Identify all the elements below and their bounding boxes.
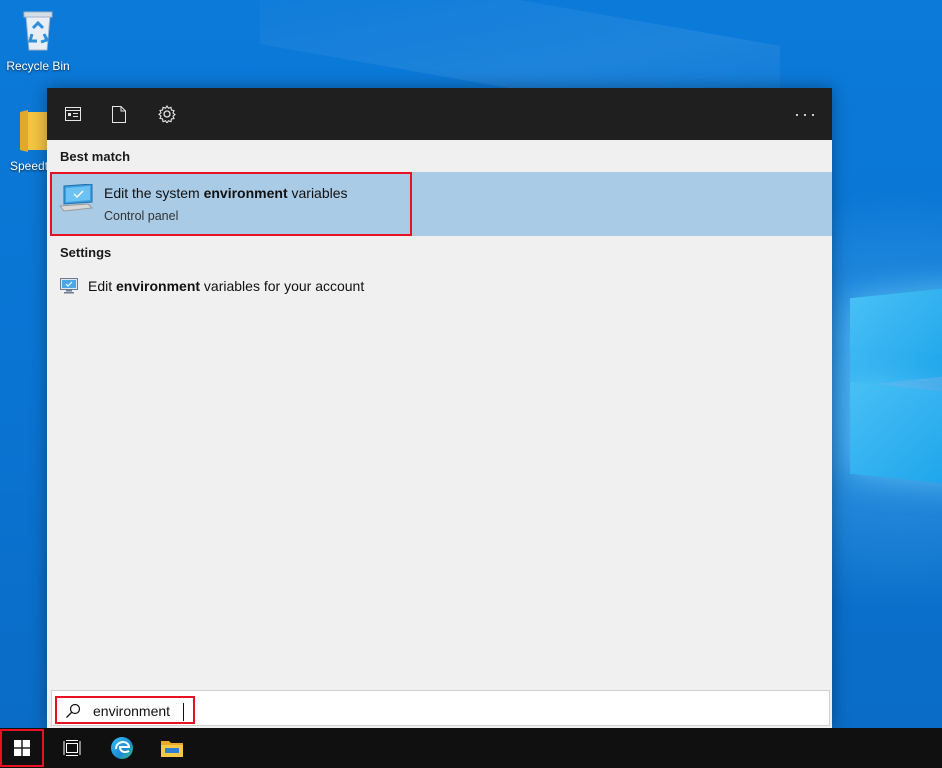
- start-search-panel: ··· Best match Edit the system environme…: [47, 88, 832, 728]
- desktop-icon-folder[interactable]: Speedt: [6, 108, 50, 173]
- task-view-button[interactable]: [50, 728, 94, 768]
- search-input[interactable]: [93, 701, 193, 721]
- system-monitor-icon: [58, 183, 94, 219]
- folder-icon: [20, 110, 50, 152]
- taskbar: [0, 728, 942, 768]
- best-match-result[interactable]: Edit the system environment variables Co…: [50, 172, 832, 236]
- windows-logo-icon: [14, 740, 30, 756]
- settings-button[interactable]: [153, 100, 181, 128]
- task-view-icon: [63, 740, 81, 756]
- edge-icon: [111, 737, 133, 759]
- wallpaper-pane: [850, 285, 942, 387]
- desktop-icon-recycle-bin[interactable]: Recycle Bin: [2, 8, 74, 73]
- gear-icon: [158, 105, 176, 123]
- monitor-settings-icon: [60, 278, 78, 299]
- document-icon: [112, 105, 126, 123]
- edge-button[interactable]: [100, 728, 144, 768]
- documents-button[interactable]: [105, 100, 133, 128]
- search-panel-header: ···: [47, 88, 832, 140]
- desktop-icon-label: Speedt: [10, 159, 49, 173]
- settings-heading: Settings: [60, 245, 112, 260]
- desktop-icon-label: Recycle Bin: [6, 59, 70, 73]
- settings-result[interactable]: Edit environment variables for your acco…: [50, 270, 832, 304]
- folder-icon: [161, 741, 183, 757]
- file-explorer-button[interactable]: [150, 728, 194, 768]
- start-button[interactable]: [0, 729, 44, 767]
- apps-button[interactable]: [59, 100, 87, 128]
- text-caret: [183, 703, 184, 721]
- best-match-subtitle: Control panel: [104, 209, 179, 223]
- annotation-highlight-box: [55, 696, 195, 724]
- apps-icon: [65, 107, 81, 121]
- best-match-heading: Best match: [60, 149, 131, 164]
- search-icon: [66, 703, 81, 718]
- search-bar: [47, 688, 832, 728]
- wallpaper-pane: [850, 381, 942, 487]
- settings-result-title: Edit environment variables for your acco…: [88, 278, 365, 294]
- annotation-highlight-box: [50, 172, 412, 236]
- recycle-bin-icon: [23, 11, 53, 51]
- search-field-container[interactable]: [51, 690, 830, 726]
- ellipsis-icon: ···: [794, 103, 818, 124]
- best-match-title: Edit the system environment variables: [104, 185, 348, 201]
- more-options-button[interactable]: ···: [792, 100, 820, 128]
